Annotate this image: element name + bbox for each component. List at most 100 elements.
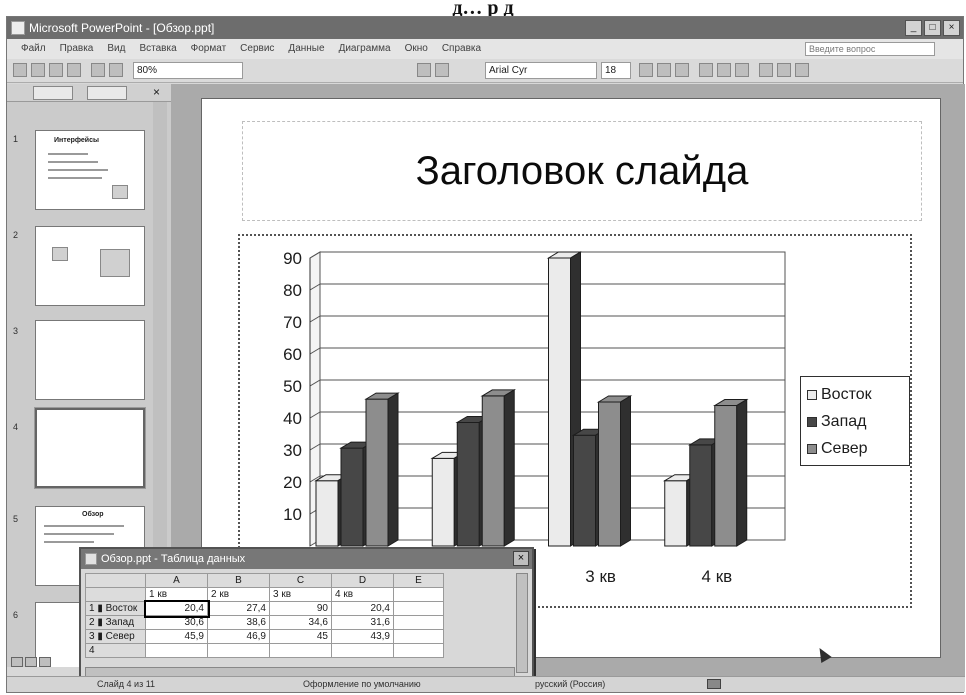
print-icon[interactable] [67,63,81,77]
slide-thumbnail-1[interactable]: Интерфейсы [35,130,145,210]
sorter-view-icon[interactable] [25,657,37,667]
row-header[interactable]: 2 ▮ Запад [85,615,146,630]
slide-thumbnail-3[interactable] [35,320,145,400]
italic-icon[interactable] [657,63,671,77]
menu-edit[interactable]: Правка [60,39,94,59]
percent-icon[interactable] [777,63,791,77]
underline-icon[interactable] [675,63,689,77]
menu-tools[interactable]: Сервис [240,39,274,59]
bar-side [387,392,399,547]
bar [456,421,480,547]
close-button[interactable]: × [943,20,960,36]
chart-wizard-icon[interactable] [417,63,431,77]
bar [714,405,738,547]
bar [340,447,364,547]
cell[interactable] [331,643,394,658]
datasheet-icon [85,553,97,565]
tab-outline[interactable] [33,86,73,100]
cell[interactable]: 30,6 [145,615,208,630]
cell[interactable]: 34,6 [269,615,332,630]
datasheet-vscrollbar[interactable] [516,573,528,673]
bold-icon[interactable] [639,63,653,77]
slide-thumbnail-2[interactable] [35,226,145,306]
row-header[interactable] [85,587,146,602]
font-select[interactable]: Arial Cyr [485,62,597,79]
chart-legend[interactable]: Восток Запад Север [800,376,910,466]
column-header-b[interactable]: B [207,573,270,588]
cell[interactable]: 3 кв [269,587,332,602]
cell[interactable]: 27,4 [207,601,270,616]
minimize-button[interactable]: _ [905,20,922,36]
zoom-select[interactable]: 80% [133,62,243,79]
cell[interactable]: 20,4 [143,599,210,618]
column-header-a[interactable]: A [145,573,208,588]
slide-thumbnail-4[interactable] [34,407,146,489]
cell[interactable] [393,629,444,644]
cell[interactable]: 2 кв [207,587,270,602]
save-icon[interactable] [49,63,63,77]
toolbar: 80% Arial Cyr 18 [7,59,963,83]
cell[interactable]: 45,9 [145,629,208,644]
menu-window[interactable]: Окно [405,39,428,59]
open-icon[interactable] [31,63,45,77]
bar [481,395,505,547]
datasheet-icon[interactable] [109,63,123,77]
pane-tabs: × [7,84,171,102]
cell[interactable] [393,643,444,658]
cell[interactable] [393,601,444,616]
cell[interactable]: 90 [269,601,332,616]
cell[interactable] [393,615,444,630]
pane-close-icon[interactable]: × [153,85,160,99]
x-tick-label: 3 кв [585,567,616,586]
menu-insert[interactable]: Вставка [139,39,176,59]
comma-icon[interactable] [795,63,809,77]
datasheet-close-button[interactable]: × [513,551,529,566]
cell[interactable]: 4 кв [331,587,394,602]
font-size-select[interactable]: 18 [601,62,631,79]
thumb-text-line [48,153,88,155]
row-header[interactable]: 3 ▮ Север [85,629,146,644]
menu-view[interactable]: Вид [107,39,125,59]
cell[interactable]: 46,9 [207,629,270,644]
corner-cell[interactable] [85,573,146,588]
ask-question-input[interactable]: Введите вопрос [805,42,935,56]
row-header[interactable]: 4 [85,643,146,658]
column-header-c[interactable]: C [269,573,332,588]
datasheet-title-bar[interactable]: Обзор.ppt - Таблица данных × [81,549,532,569]
cell[interactable] [145,643,208,658]
menu-chart[interactable]: Диаграмма [339,39,391,59]
cell[interactable]: 43,9 [331,629,394,644]
cell[interactable]: 31,6 [331,615,394,630]
cell[interactable] [269,643,332,658]
cell[interactable] [393,587,444,602]
align-right-icon[interactable] [735,63,749,77]
cell[interactable]: 1 кв [145,587,208,602]
currency-icon[interactable] [759,63,773,77]
slide-title[interactable]: Заголовок слайда [242,149,922,194]
slideshow-view-icon[interactable] [39,657,51,667]
align-center-icon[interactable] [717,63,731,77]
cell[interactable]: 38,6 [207,615,270,630]
menu-format[interactable]: Формат [191,39,227,59]
maximize-button[interactable]: □ [924,20,941,36]
datasheet-window[interactable]: Обзор.ppt - Таблица данных × A B C D E 1… [79,547,534,685]
normal-view-icon[interactable] [11,657,23,667]
align-left-icon[interactable] [699,63,713,77]
menu-help[interactable]: Справка [442,39,481,59]
column-header-d[interactable]: D [331,573,394,588]
tab-slides[interactable] [87,86,127,100]
menu-data[interactable]: Данные [288,39,324,59]
cell[interactable] [207,643,270,658]
cell[interactable]: 20,4 [331,601,394,616]
bar [598,401,621,547]
y-tick-label: 30 [283,441,302,460]
legend-icon[interactable] [435,63,449,77]
row-header[interactable]: 1 ▮ Восток [85,601,146,616]
new-icon[interactable] [13,63,27,77]
menu-file[interactable]: Файл [21,39,46,59]
column-header-e[interactable]: E [393,573,444,588]
cell[interactable]: 45 [269,629,332,644]
chart-type-icon[interactable] [91,63,105,77]
view-buttons [11,657,51,667]
app-icon [11,21,25,35]
